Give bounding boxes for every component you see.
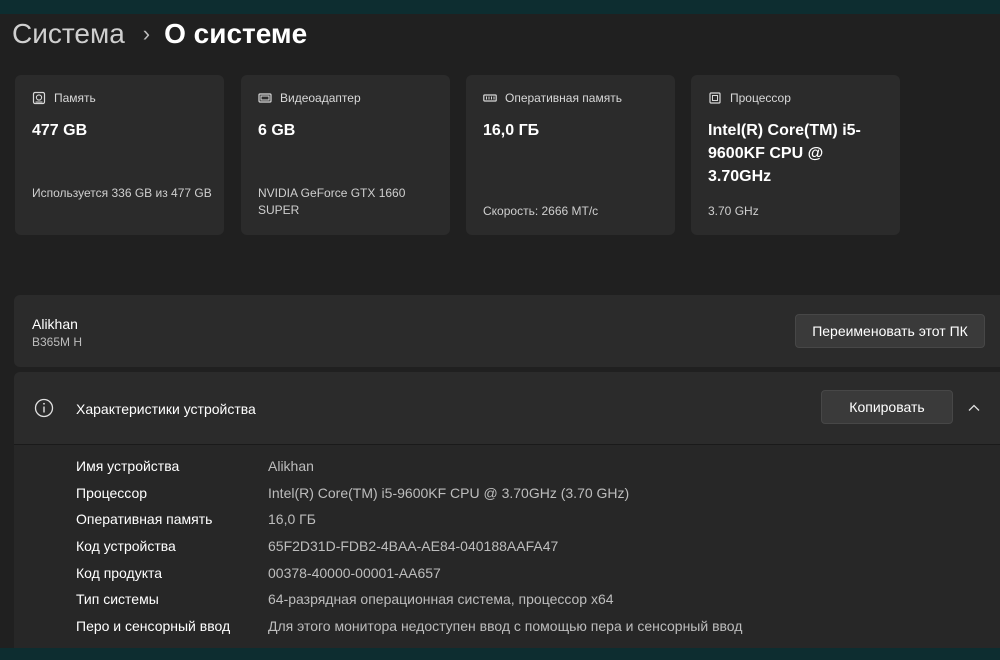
spec-label: Процессор bbox=[76, 485, 148, 501]
chevron-up-icon[interactable] bbox=[966, 400, 982, 416]
card-subtitle: NVIDIA GeForce GTX 1660 SUPER bbox=[258, 186, 406, 217]
spec-label: Перо и сенсорный ввод bbox=[76, 618, 231, 634]
breadcrumb-system-link[interactable]: Система bbox=[12, 18, 125, 50]
card-title: Процессор bbox=[730, 91, 791, 105]
rename-pc-button[interactable]: Переименовать этот ПК bbox=[795, 314, 985, 348]
cpu-card[interactable]: Процессор Intel(R) Core(TM) i5-9600KF CP… bbox=[691, 75, 900, 235]
copy-button[interactable]: Копировать bbox=[821, 390, 953, 424]
storage-card[interactable]: Память 477 GB Используется 336 GB из 477… bbox=[15, 75, 224, 235]
spec-value: Для этого монитора недоступен ввод с пом… bbox=[268, 618, 743, 634]
card-header: Память bbox=[32, 91, 96, 105]
breadcrumb: Система › О системе bbox=[12, 18, 307, 50]
ram-icon bbox=[483, 91, 497, 105]
pc-name: Alikhan bbox=[32, 316, 78, 332]
spec-label: Тип системы bbox=[76, 591, 159, 607]
spec-label: Код продукта bbox=[76, 565, 163, 581]
card-subtitle: Используется 336 GB из 477 GB bbox=[32, 186, 212, 200]
spec-value: 65F2D31D-FDB2-4BAA-AE84-040188AAFA47 bbox=[268, 538, 559, 554]
ram-card[interactable]: Оперативная память 16,0 ГБ Скорость: 266… bbox=[466, 75, 675, 235]
spec-value: Intel(R) Core(TM) i5-9600KF CPU @ 3.70GH… bbox=[268, 485, 630, 501]
pc-model: B365M H bbox=[32, 335, 83, 349]
cpu-icon bbox=[708, 91, 722, 105]
card-value: 477 GB bbox=[32, 122, 88, 139]
window-top-edge bbox=[0, 0, 1000, 14]
spec-value: 00378-40000-00001-AA657 bbox=[268, 565, 441, 581]
spec-label: Код устройства bbox=[76, 538, 176, 554]
gpu-card[interactable]: Видеоадаптер 6 GB NVIDIA GeForce GTX 166… bbox=[241, 75, 450, 235]
spec-value: Alikhan bbox=[268, 458, 314, 474]
page-title: О системе bbox=[164, 18, 308, 49]
device-specs-list: Имя устройства Alikhan Процессор Intel(R… bbox=[14, 444, 1000, 649]
breadcrumb-separator-icon: › bbox=[142, 21, 151, 46]
card-subtitle: Скорость: 2666 MT/c bbox=[483, 204, 599, 218]
card-header: Процессор bbox=[708, 91, 791, 105]
card-title: Оперативная память bbox=[505, 91, 622, 105]
card-value: 16,0 ГБ bbox=[483, 122, 540, 139]
card-header: Видеоадаптер bbox=[258, 91, 361, 105]
card-title: Видеоадаптер bbox=[280, 91, 361, 105]
card-header: Оперативная память bbox=[483, 91, 622, 105]
gpu-icon bbox=[258, 91, 272, 105]
card-value: Intel(R) Core(TM) i5-9600KF CPU @ 3.70GH… bbox=[708, 122, 861, 185]
card-subtitle: 3.70 GHz bbox=[708, 204, 759, 218]
storage-icon bbox=[32, 91, 46, 105]
pc-name-panel: Alikhan B365M H Переименовать этот ПК bbox=[14, 295, 1000, 367]
spec-label: Оперативная память bbox=[76, 511, 213, 527]
info-icon bbox=[34, 398, 54, 418]
spec-value: 64-разрядная операционная система, проце… bbox=[268, 591, 614, 607]
spec-value: 16,0 ГБ bbox=[268, 511, 316, 527]
window-bottom-edge bbox=[0, 648, 1000, 660]
card-title: Память bbox=[54, 91, 96, 105]
device-specs-header[interactable]: Характеристики устройства Копировать bbox=[14, 372, 1000, 444]
spec-label: Имя устройства bbox=[76, 458, 180, 474]
device-specs-title: Характеристики устройства bbox=[76, 401, 256, 417]
card-value: 6 GB bbox=[258, 122, 296, 139]
